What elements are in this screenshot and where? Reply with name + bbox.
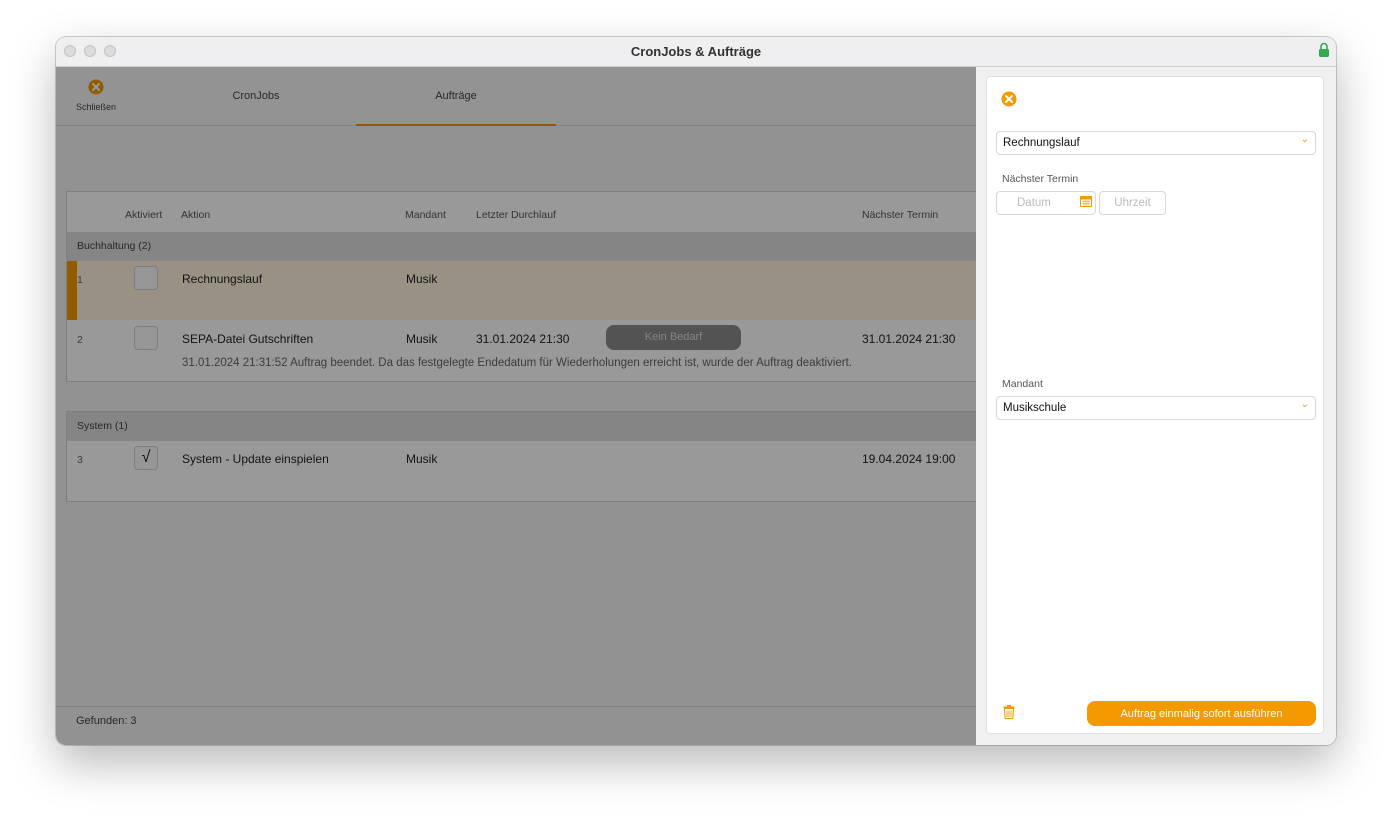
chevron-down-icon: ⌄ [1300, 399, 1309, 410]
modal-backdrop[interactable] [56, 67, 976, 745]
chevron-down-icon: ⌄ [1300, 134, 1309, 145]
job-select[interactable]: Rechnungslauf ⌄ [996, 131, 1316, 155]
mandant-select-value: Musikschule [1003, 402, 1067, 414]
main-area: Schließen CronJobs Aufträge Aktiviert Ak… [56, 67, 977, 745]
mandant-label: Mandant [1002, 378, 1043, 390]
job-select-value: Rechnungslauf [1003, 137, 1080, 149]
calendar-icon[interactable] [1080, 195, 1092, 207]
date-input[interactable]: Datum [996, 191, 1096, 215]
time-input[interactable]: Uhrzeit [1099, 191, 1166, 215]
title-bar: CronJobs & Aufträge [56, 37, 1336, 67]
app-window: CronJobs & Aufträge Schließen CronJobs A… [56, 37, 1336, 745]
run-once-button[interactable]: Auftrag einmalig sofort ausführen [1087, 701, 1316, 726]
lock-icon[interactable] [1318, 42, 1330, 58]
detail-panel: Rechnungslauf ⌄ Nächster Termin Datum Uh… [976, 67, 1336, 745]
date-placeholder: Datum [1017, 197, 1051, 209]
window-title: CronJobs & Aufträge [630, 44, 762, 59]
next-date-label: Nächster Termin [1002, 173, 1079, 185]
close-panel-icon[interactable] [1001, 91, 1017, 107]
mandant-select[interactable]: Musikschule ⌄ [996, 396, 1316, 420]
detail-card: Rechnungslauf ⌄ Nächster Termin Datum Uh… [986, 76, 1324, 734]
trash-icon[interactable] [1003, 705, 1015, 719]
